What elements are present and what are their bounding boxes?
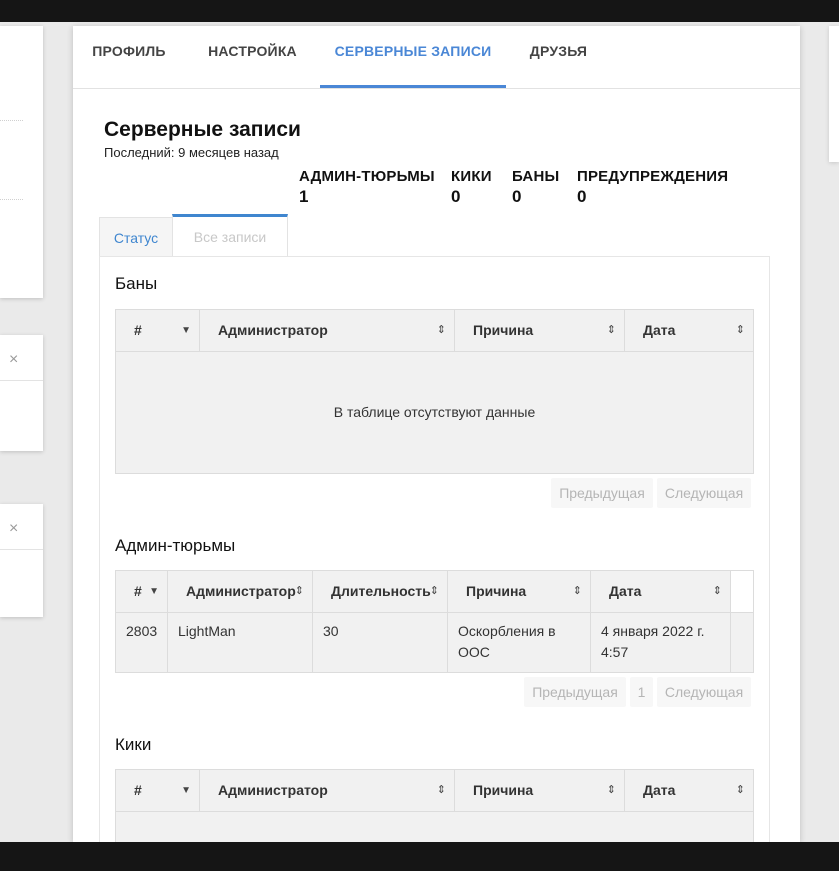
bottom-bar	[0, 842, 839, 871]
col-date[interactable]: Дата ⇕	[591, 571, 731, 612]
bans-table: # ▼ Администратор ⇕ Причина ⇕ Дата ⇕ В табли…	[115, 309, 754, 474]
caret-down-icon: ▼	[181, 325, 191, 336]
col-admin[interactable]: Администратор ⇕	[200, 770, 455, 811]
side-card-1	[0, 26, 43, 298]
close-icon[interactable]: ×	[9, 352, 18, 368]
col-label: #	[134, 583, 142, 599]
sort-both-icon: ⇕	[735, 784, 745, 796]
col-label: Дата	[609, 583, 642, 599]
side-card-right	[829, 26, 839, 162]
caret-down-icon: ▼	[149, 586, 159, 597]
bans-title: Баны	[115, 274, 158, 293]
stat-bans: БАНЫ 0	[512, 168, 559, 207]
sort-both-icon: ⇕	[712, 585, 722, 597]
stat-label: КИКИ	[451, 168, 492, 185]
stat-value: 0	[577, 187, 587, 206]
col-label: Причина	[473, 782, 534, 798]
col-label: Длительность	[331, 583, 431, 599]
sort-both-icon: ⇕	[606, 784, 616, 796]
tab-server-records[interactable]: СЕРВЕРНЫЕ ЗАПИСИ	[320, 26, 506, 88]
caret-down-icon: ▼	[181, 785, 191, 796]
kicks-title: Кики	[115, 735, 152, 754]
col-reason[interactable]: Причина ⇕	[448, 571, 591, 612]
stat-warnings: ПРЕДУПРЕЖДЕНИЯ 0	[577, 168, 728, 207]
sort-both-icon: ⇕	[735, 324, 745, 336]
profile-nav: ПРОФИЛЬ НАСТРОЙКА СЕРВЕРНЫЕ ЗАПИСИ ДРУЗЬ…	[73, 26, 800, 89]
bans-prev-button[interactable]: Предыдущая	[551, 478, 653, 508]
sort-both-icon: ⇕	[606, 324, 616, 336]
divider	[0, 380, 43, 381]
col-id[interactable]: # ▼	[116, 571, 168, 612]
col-admin[interactable]: Администратор ⇕	[168, 571, 313, 612]
bans-next-button[interactable]: Следующая	[657, 478, 751, 508]
stat-value: 1	[299, 187, 309, 206]
col-scroll-gutter	[731, 571, 753, 612]
cell-duration: 30	[313, 613, 448, 672]
stat-label: БАНЫ	[512, 168, 560, 185]
col-duration[interactable]: Длительность ⇕	[313, 571, 448, 612]
col-admin[interactable]: Администратор ⇕	[200, 310, 455, 351]
stat-label: АДМИН-ТЮРЬМЫ	[299, 168, 435, 185]
kicks-table: # ▼ Администратор ⇕ Причина ⇕ Дата ⇕	[115, 769, 754, 842]
close-icon[interactable]: ×	[9, 521, 18, 537]
jails-page-1[interactable]: 1	[630, 677, 653, 707]
sort-both-icon: ⇕	[429, 585, 439, 597]
divider	[0, 199, 23, 200]
subtab-all-records[interactable]: Все записи	[172, 214, 288, 260]
divider	[116, 351, 753, 352]
page-title: Серверные записи	[104, 118, 301, 141]
col-label: Администратор	[218, 782, 328, 798]
cell-id: 2803	[116, 613, 168, 672]
col-label: Администратор	[218, 322, 328, 338]
divider	[0, 120, 23, 121]
sort-both-icon: ⇕	[436, 784, 446, 796]
side-card-2: ×	[0, 335, 43, 451]
subtab-status[interactable]: Статус	[99, 217, 173, 258]
col-date[interactable]: Дата ⇕	[625, 770, 753, 811]
jails-next-button[interactable]: Следующая	[657, 677, 751, 707]
col-id[interactable]: # ▼	[116, 770, 200, 811]
stat-label: ПРЕДУПРЕЖДЕНИЯ	[577, 168, 729, 185]
jails-prev-button[interactable]: Предыдущая	[524, 677, 626, 707]
bans-empty-message: В таблице отсутствуют данные	[333, 404, 536, 420]
side-card-3: ×	[0, 504, 43, 617]
stat-value: 0	[451, 187, 461, 206]
divider	[0, 549, 43, 550]
stat-admin-jails: АДМИН-ТЮРЬМЫ 1	[299, 168, 435, 207]
col-label: Администратор	[186, 583, 296, 599]
profile-panel: ПРОФИЛЬ НАСТРОЙКА СЕРВЕРНЫЕ ЗАПИСИ ДРУЗЬ…	[73, 26, 800, 842]
col-label: Причина	[473, 322, 534, 338]
col-label: #	[134, 322, 142, 338]
stat-kicks: КИКИ 0	[451, 168, 492, 207]
last-record-time: Последний: 9 месяцев назад	[104, 145, 279, 160]
cell-reason: Оскорбления в ООС	[448, 613, 591, 672]
sort-both-icon: ⇕	[294, 585, 304, 597]
cell-date: 4 января 2022 г. 4:57	[591, 613, 731, 672]
sort-both-icon: ⇕	[436, 324, 446, 336]
jails-table: # ▼ Администратор ⇕ Длительность ⇕ Причина ⇕…	[115, 570, 754, 673]
col-label: Дата	[643, 322, 676, 338]
col-label: Дата	[643, 782, 676, 798]
top-bar	[0, 0, 839, 22]
col-reason[interactable]: Причина ⇕	[455, 310, 625, 351]
stat-value: 0	[512, 187, 522, 206]
tab-settings[interactable]: НАСТРОЙКА	[193, 26, 312, 85]
jails-title: Админ-тюрьмы	[115, 536, 236, 555]
divider	[116, 811, 753, 812]
col-label: #	[134, 782, 142, 798]
sort-both-icon: ⇕	[572, 585, 582, 597]
col-reason[interactable]: Причина ⇕	[455, 770, 625, 811]
col-date[interactable]: Дата ⇕	[625, 310, 753, 351]
cell-admin: LightMan	[168, 613, 313, 672]
records-panel: Баны # ▼ Администратор ⇕ Причина ⇕ Дата ⇕ В …	[99, 256, 770, 842]
tab-profile[interactable]: ПРОФИЛЬ	[73, 26, 185, 85]
tab-friends[interactable]: ДРУЗЬЯ	[516, 26, 601, 85]
col-id[interactable]: # ▼	[116, 310, 200, 351]
col-label: Причина	[466, 583, 527, 599]
